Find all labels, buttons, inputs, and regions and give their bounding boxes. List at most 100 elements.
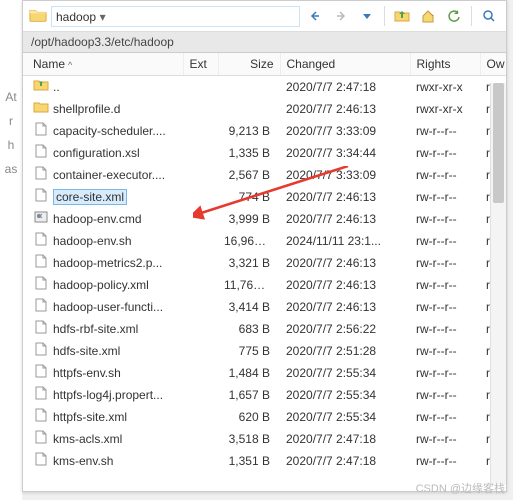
file-name: httpfs-site.xml <box>53 410 127 424</box>
file-rights: rw-r--r-- <box>410 252 480 274</box>
file-name: httpfs-log4j.propert... <box>53 388 163 402</box>
table-row[interactable]: httpfs-env.sh1,484 B2020/7/7 2:55:34rw-r… <box>23 362 506 384</box>
file-name: configuration.xsl <box>53 146 140 160</box>
file-icon <box>33 276 49 293</box>
history-button[interactable] <box>356 5 378 27</box>
file-changed: 2020/7/7 3:34:44 <box>280 142 410 164</box>
file-name: shellprofile.d <box>53 102 120 116</box>
file-icon <box>33 144 49 161</box>
file-icon <box>33 430 49 447</box>
file-icon <box>33 100 49 117</box>
file-name: hadoop-policy.xml <box>53 278 149 292</box>
file-rights: rw-r--r-- <box>410 186 480 208</box>
table-row[interactable]: core-site.xml 774 B2020/7/7 2:46:13rw-r--… <box>23 186 506 208</box>
table-row[interactable]: hadoop-metrics2.p...3,321 B2020/7/7 2:46… <box>23 252 506 274</box>
table-row[interactable]: capacity-scheduler....9,213 B2020/7/7 3:… <box>23 120 506 142</box>
file-size: 1,657 B <box>218 384 280 406</box>
table-row[interactable]: hadoop-user-functi...3,414 B2020/7/7 2:4… <box>23 296 506 318</box>
find-button[interactable] <box>478 5 500 27</box>
file-icon <box>33 122 49 139</box>
table-row[interactable]: hdfs-rbf-site.xml683 B2020/7/7 2:56:22rw… <box>23 318 506 340</box>
file-name: kms-acls.xml <box>53 432 122 446</box>
file-size: 9,213 B <box>218 120 280 142</box>
location-box[interactable]: hadoop ▾ <box>51 6 300 27</box>
col-rights[interactable]: Rights <box>410 53 480 76</box>
file-rights: rw-r--r-- <box>410 406 480 428</box>
file-rights: rw-r--r-- <box>410 142 480 164</box>
col-changed[interactable]: Changed <box>280 53 410 76</box>
file-name: hadoop-env.sh <box>53 234 132 248</box>
file-changed: 2020/7/7 2:55:34 <box>280 362 410 384</box>
table-row[interactable]: hadoop-policy.xml11,765 B2020/7/7 2:46:1… <box>23 274 506 296</box>
col-ext[interactable]: Ext <box>183 53 218 76</box>
file-icon <box>33 232 49 249</box>
file-icon <box>33 320 49 337</box>
file-icon <box>33 166 49 183</box>
refresh-button[interactable] <box>443 5 465 27</box>
table-row[interactable]: kms-env.sh1,351 B2020/7/7 2:47:18rw-r--r… <box>23 450 506 472</box>
vertical-scrollbar[interactable] <box>490 83 506 485</box>
file-listview: Name^ Ext Size Changed Rights Ow ..2020/… <box>23 53 506 485</box>
file-icon <box>33 298 49 315</box>
file-icon <box>33 342 49 359</box>
table-row[interactable]: configuration.xsl1,335 B2020/7/7 3:34:44… <box>23 142 506 164</box>
file-rights: rwxr-xr-x <box>410 76 480 98</box>
path-bar[interactable]: /opt/hadoop3.3/etc/hadoop <box>23 32 506 53</box>
col-owner[interactable]: Ow <box>480 53 506 76</box>
table-row[interactable]: hadoop-env.cmd3,999 B2020/7/7 2:46:13rw-… <box>23 208 506 230</box>
file-name: hadoop-metrics2.p... <box>53 256 162 270</box>
table-row[interactable]: ..2020/7/7 2:47:18rwxr-xr-xroc <box>23 76 506 98</box>
toolbar-divider <box>384 6 385 26</box>
file-changed: 2020/7/7 2:47:18 <box>280 428 410 450</box>
file-size: 3,999 B <box>218 208 280 230</box>
file-size <box>218 76 280 98</box>
file-rights: rw-r--r-- <box>410 296 480 318</box>
table-row[interactable]: kms-acls.xml3,518 B2020/7/7 2:47:18rw-r-… <box>23 428 506 450</box>
file-size: 2,567 B <box>218 164 280 186</box>
table-row[interactable]: hdfs-site.xml775 B2020/7/7 2:51:28rw-r--… <box>23 340 506 362</box>
file-size: 775 B <box>218 340 280 362</box>
file-name: hdfs-rbf-site.xml <box>53 322 138 336</box>
folder-icon <box>29 7 47 26</box>
file-name: capacity-scheduler.... <box>53 124 166 138</box>
file-rights: rw-r--r-- <box>410 384 480 406</box>
file-size: 1,484 B <box>218 362 280 384</box>
file-name: kms-env.sh <box>53 454 113 468</box>
table-row[interactable]: httpfs-log4j.propert... 1,657 B2020/7/7 2… <box>23 384 506 406</box>
file-changed: 2020/7/7 2:55:34 <box>280 384 410 406</box>
file-changed: 2020/7/7 2:46:13 <box>280 208 410 230</box>
file-name: httpfs-env.sh <box>53 366 121 380</box>
file-icon <box>33 408 49 425</box>
file-size: 774 B <box>218 186 280 208</box>
table-row[interactable]: container-executor....2,567 B2020/7/7 3:… <box>23 164 506 186</box>
file-size: 3,414 B <box>218 296 280 318</box>
parent-dir-button[interactable] <box>391 5 413 27</box>
file-size <box>218 98 280 120</box>
file-rights: rwxr-xr-x <box>410 98 480 120</box>
table-row[interactable]: shellprofile.d2020/7/7 2:46:13rwxr-xr-xr… <box>23 98 506 120</box>
col-name[interactable]: Name^ <box>23 53 183 76</box>
file-icon <box>33 254 49 271</box>
file-name: .. <box>53 80 60 94</box>
file-icon <box>33 364 49 381</box>
file-name: core-site.xml <box>53 189 127 205</box>
file-rights: rw-r--r-- <box>410 230 480 252</box>
toolbar-divider <box>471 6 472 26</box>
col-size[interactable]: Size <box>218 53 280 76</box>
file-rights: rw-r--r-- <box>410 164 480 186</box>
home-button[interactable] <box>417 5 439 27</box>
table-row[interactable]: httpfs-site.xml 620 B2020/7/7 2:55:34rw-r… <box>23 406 506 428</box>
forward-button[interactable] <box>330 5 352 27</box>
file-changed: 2020/7/7 2:55:34 <box>280 406 410 428</box>
file-size: 620 B <box>218 406 280 428</box>
file-changed: 2020/7/7 2:46:13 <box>280 186 410 208</box>
sort-asc-icon: ^ <box>68 60 72 70</box>
table-row[interactable]: hadoop-env.sh16,962 B2024/11/11 23:1...r… <box>23 230 506 252</box>
side-strip: Atr has <box>0 0 22 500</box>
scrollbar-thumb[interactable] <box>493 83 504 203</box>
toolbar: hadoop ▾ <box>23 1 506 32</box>
file-changed: 2024/11/11 23:1... <box>280 230 410 252</box>
back-button[interactable] <box>304 5 326 27</box>
file-name: hdfs-site.xml <box>53 344 120 358</box>
file-size: 683 B <box>218 318 280 340</box>
